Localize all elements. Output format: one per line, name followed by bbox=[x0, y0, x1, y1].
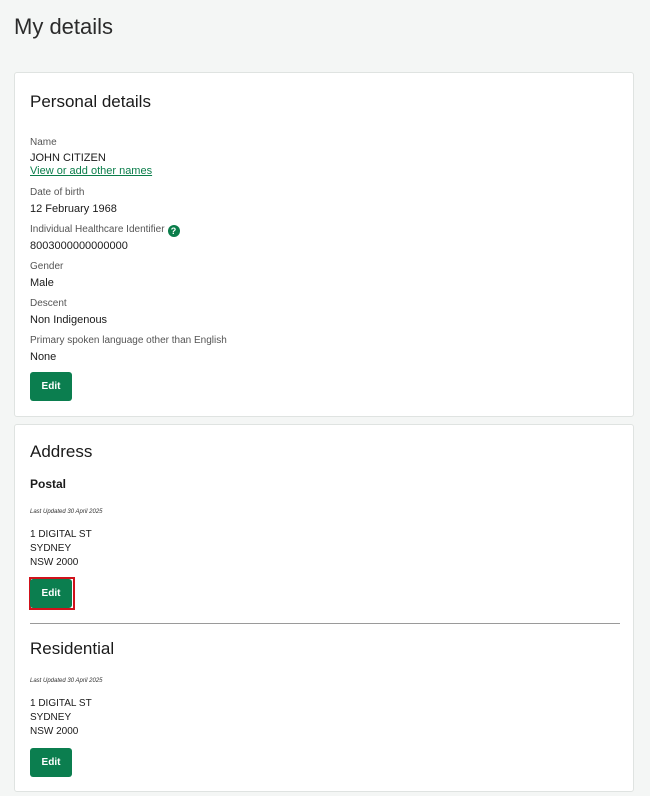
ihi-label-row: Individual Healthcare Identifier? bbox=[30, 223, 180, 237]
residential-address-line1: 1 DIGITAL ST bbox=[30, 698, 92, 709]
name-value: JOHN CITIZEN bbox=[30, 152, 106, 164]
postal-address-line2: SYDNEY bbox=[30, 543, 72, 554]
descent-value: Non Indigenous bbox=[30, 314, 108, 326]
question-circle-icon[interactable]: ? bbox=[167, 225, 180, 237]
gender-value: Male bbox=[30, 277, 54, 289]
edit-postal-address-button[interactable]: Edit bbox=[30, 579, 72, 608]
page-title: My details bbox=[14, 14, 114, 39]
language-label: Primary spoken language other than Engli… bbox=[30, 335, 227, 346]
dob-label: Date of birth bbox=[30, 187, 85, 198]
address-card: Address Postal Last Updated 30 April 202… bbox=[14, 424, 634, 792]
name-label: Name bbox=[30, 137, 57, 148]
postal-address-line3: NSW 2000 bbox=[30, 557, 79, 568]
postal-last-updated: Last Updated 30 April 2025 bbox=[30, 509, 103, 515]
residential-address-line3: NSW 2000 bbox=[30, 726, 79, 737]
edit-residential-address-button[interactable]: Edit bbox=[30, 748, 72, 777]
ihi-value: 8003000000000000 bbox=[30, 240, 128, 252]
residential-address: 1 DIGITAL ST SYDNEY NSW 2000 bbox=[30, 697, 92, 739]
residential-address-line2: SYDNEY bbox=[30, 712, 72, 723]
view-other-names-link[interactable]: View or add other names bbox=[30, 164, 152, 178]
postal-heading: Postal bbox=[30, 477, 67, 491]
personal-details-card: Personal details Name JOHN CITIZEN View … bbox=[14, 72, 634, 417]
residential-last-updated: Last Updated 30 April 2025 bbox=[30, 678, 103, 684]
postal-address: 1 DIGITAL ST SYDNEY NSW 2000 bbox=[30, 528, 92, 570]
postal-address-line1: 1 DIGITAL ST bbox=[30, 529, 92, 540]
divider bbox=[30, 623, 620, 624]
edit-personal-details-button[interactable]: Edit bbox=[30, 372, 72, 401]
personal-details-heading: Personal details bbox=[30, 92, 151, 111]
residential-heading: Residential bbox=[30, 639, 115, 658]
ihi-label: Individual Healthcare Identifier bbox=[30, 224, 165, 235]
descent-label: Descent bbox=[30, 298, 67, 309]
address-heading: Address bbox=[30, 442, 93, 461]
gender-label: Gender bbox=[30, 261, 64, 272]
dob-value: 12 February 1968 bbox=[30, 203, 117, 215]
language-value: None bbox=[30, 351, 57, 363]
